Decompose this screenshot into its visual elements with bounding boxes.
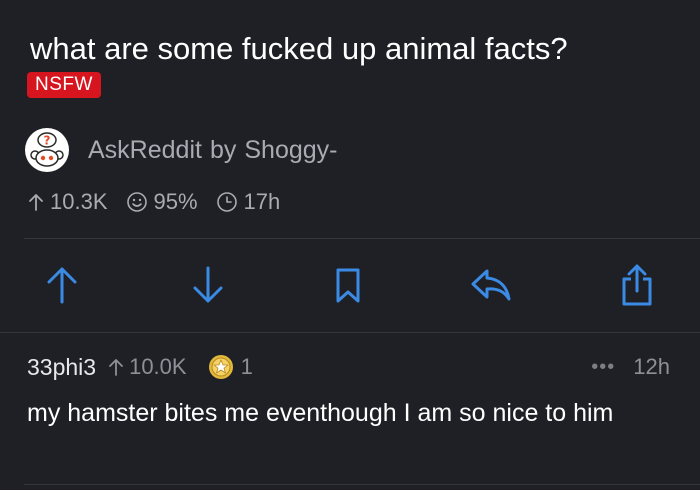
arrow-down-icon [193,266,223,303]
upvote-ratio-value: 95% [153,189,198,214]
comment-award[interactable]: 1 [207,353,253,381]
post-author[interactable]: Shoggy- [244,136,337,165]
by-label: by [209,135,237,164]
divider [0,332,700,333]
arrow-up-icon [29,194,43,211]
post-score-value: 10.3K [50,189,108,214]
more-options-button[interactable]: ••• [591,356,615,379]
nsfw-badge: NSFW [27,72,101,98]
divider [24,484,700,485]
svg-text:?: ? [44,134,51,148]
award-count: 1 [240,354,253,379]
comment-body: my hamster bites me eventhough I am so n… [27,399,614,427]
downvote-button[interactable] [183,256,233,314]
share-icon [622,264,652,306]
smiley-icon [126,192,147,212]
post-meta: ? AskReddit by Shoggy- [24,127,337,173]
divider [24,238,700,239]
reply-icon [471,269,511,301]
bookmark-icon [336,268,360,303]
post-score: 10.3K [28,189,108,215]
subreddit-name[interactable]: AskReddit [88,136,202,165]
post-age: 17h [216,189,281,215]
comment-age: 12h [633,354,670,379]
comment-header: 33phi3 10.0K 1 ••• 12h [27,350,670,384]
clock-icon [216,192,237,212]
comment-header-right: ••• 12h [591,354,670,380]
subreddit-avatar[interactable]: ? [24,127,70,173]
reply-button[interactable] [466,256,516,314]
upvote-ratio: 95% [126,189,198,215]
post-age-value: 17h [243,189,281,214]
save-button[interactable] [323,256,373,314]
share-button[interactable] [612,256,662,314]
upvote-button[interactable] [37,256,87,314]
post-action-bar [0,256,700,314]
comment-author[interactable]: 33phi3 [27,354,96,381]
comment-score-value: 10.0K [129,354,187,379]
comment-score: 10.0K [108,354,187,380]
award-icon [208,355,233,379]
arrow-up-icon [47,267,77,304]
arrow-up-icon [109,359,123,376]
post-title: what are some fucked up animal facts? [30,31,568,66]
post-stats: 10.3K 95% 17h [28,187,298,217]
